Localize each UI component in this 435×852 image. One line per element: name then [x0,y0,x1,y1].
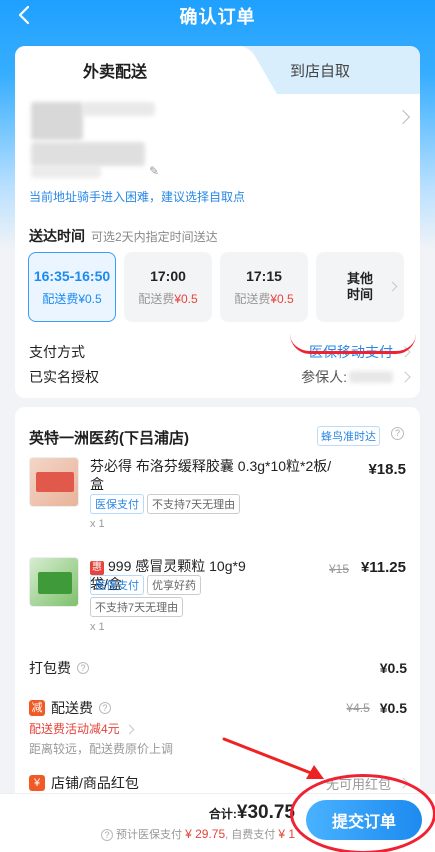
redpacket-icon: ¥ [29,775,45,791]
slot-other-line2: 时间 [346,287,373,302]
delivery-tag: 蜂鸟准时达 [317,426,380,446]
product-tags: 医保支付 优享好药 [90,575,204,595]
tag-medical-insurance: 医保支付 [90,575,144,595]
help-icon[interactable]: ? [77,662,89,674]
time-slot[interactable]: 16:35-16:50 配送费¥0.5 [28,252,116,322]
self-pay-amount: ¥ 1 [278,827,295,841]
tag-no-return: 不支持7天无理由 [147,494,241,514]
tag-premium: 优享好药 [147,575,201,595]
delivery-time-header: 送达时间 可选2天内指定时间送达 [29,226,218,246]
product-name[interactable]: 芬必得 布洛芬缓释胶囊 0.3g*10粒*2板/盒 [90,457,340,493]
delivery-tabs: 到店自取 外卖配送 [15,46,420,94]
tab-delivery-label: 外卖配送 [82,64,147,81]
delivery-time-sub: 可选2天内指定时间送达 [91,230,218,244]
chevron-right-icon [399,371,411,383]
time-slot[interactable]: 17:00 配送费¥0.5 [124,252,212,322]
delivery-time-label: 送达时间 [29,228,85,244]
slot-fee: ¥0.5 [78,291,102,306]
help-icon[interactable]: ? [99,702,111,714]
packing-fee-row: 打包费? ¥0.5 [29,658,407,678]
order-total: 合计:¥30.75 [209,802,295,824]
address-tip[interactable]: 当前地址骑手进入困难，建议选择自取点 [29,188,245,205]
product-price: ¥11.25 [360,559,406,576]
help-icon[interactable]: ? [101,829,114,841]
self-pay-label: 自费支付 [231,829,276,841]
chevron-right-icon [124,724,135,735]
delivery-fee-old: ¥4.5 [346,701,370,715]
nav-bar: 确认订单 [0,0,435,32]
chevron-right-icon [387,281,398,292]
time-slot-other[interactable]: 其他 时间 [316,252,404,322]
annotation-arrow [222,737,324,779]
back-icon[interactable] [14,4,36,26]
name-redacted [349,371,393,383]
discount-badge: 减 [29,700,45,716]
auth-row[interactable]: 已实名授权 参保人: [29,367,411,387]
address-redacted [31,142,145,166]
slot-fee-label: 配送费 [42,291,79,306]
slot-other-line1: 其他 [346,271,373,286]
delivery-promo[interactable]: 配送费活动减4元 [29,720,135,737]
annotation-underline [290,334,416,354]
product-image[interactable] [29,557,79,607]
edit-icon[interactable]: ✎ [149,164,159,178]
product-qty: x 1 [90,621,105,633]
product-qty: x 1 [90,518,105,530]
product-old-price: ¥15 [329,562,350,576]
page-title: 确认订单 [179,7,256,27]
slot-time: 16:35-16:50 [33,267,111,284]
total-label: 合计: [208,807,237,821]
discount-badge: 惠 [90,561,104,575]
delivery-fee-row: 减配送费? ¥4.5 ¥0.5 [29,698,407,718]
slot-fee-label: 配送费 [138,291,175,306]
product-image[interactable] [29,457,79,507]
delivery-fee-note: 距离较远，配送费原价上调 [29,742,174,756]
insurance-pay-amount: ¥ 29.75 [185,827,226,841]
payment-label: 支付方式 [29,344,85,360]
slot-fee: ¥0.5 [270,291,294,306]
total-amount: ¥30.75 [236,802,295,823]
tag-medical-insurance: 医保支付 [90,494,144,514]
slot-time: 17:00 [150,267,186,284]
address-redacted [83,102,155,116]
delivery-promo-text: 配送费活动减4元 [29,722,120,736]
delivery-fee-label: 配送费 [51,700,93,716]
time-slot[interactable]: 17:15 配送费¥0.5 [220,252,308,322]
slot-fee: ¥0.5 [174,291,198,306]
address-redacted [31,166,101,178]
address-redacted [31,102,83,140]
chevron-right-icon [395,109,411,125]
packing-fee-amount: ¥0.5 [379,660,407,676]
slot-fee-label: 配送费 [234,291,271,306]
info-icon[interactable]: ? [391,427,404,440]
annotation-circle [290,774,435,852]
auth-label: 已实名授权 [29,369,99,385]
slot-time: 17:15 [246,267,282,284]
payment-breakdown: ? 预计医保支付 ¥ 29.75, 自费支付 ¥ 1 [101,826,295,842]
insurance-pay-label: 预计医保支付 [116,829,183,841]
product-price: ¥18.5 [368,461,406,478]
tag-no-return: 不支持7天无理由 [90,597,184,617]
delivery-fee-amount: ¥0.5 [379,700,407,716]
product-tags: 不支持7天无理由 [90,597,186,617]
time-slots: 16:35-16:50 配送费¥0.5 17:00 配送费¥0.5 17:15 … [28,252,404,322]
product-tags: 医保支付 不支持7天无理由 [90,494,243,514]
auth-value: 参保人: [301,369,347,385]
packing-fee-label: 打包费 [29,660,71,676]
store-name[interactable]: 英特一洲医药(下吕浦店) [29,427,189,448]
redpacket-label: 店铺/商品红包 [51,775,139,791]
